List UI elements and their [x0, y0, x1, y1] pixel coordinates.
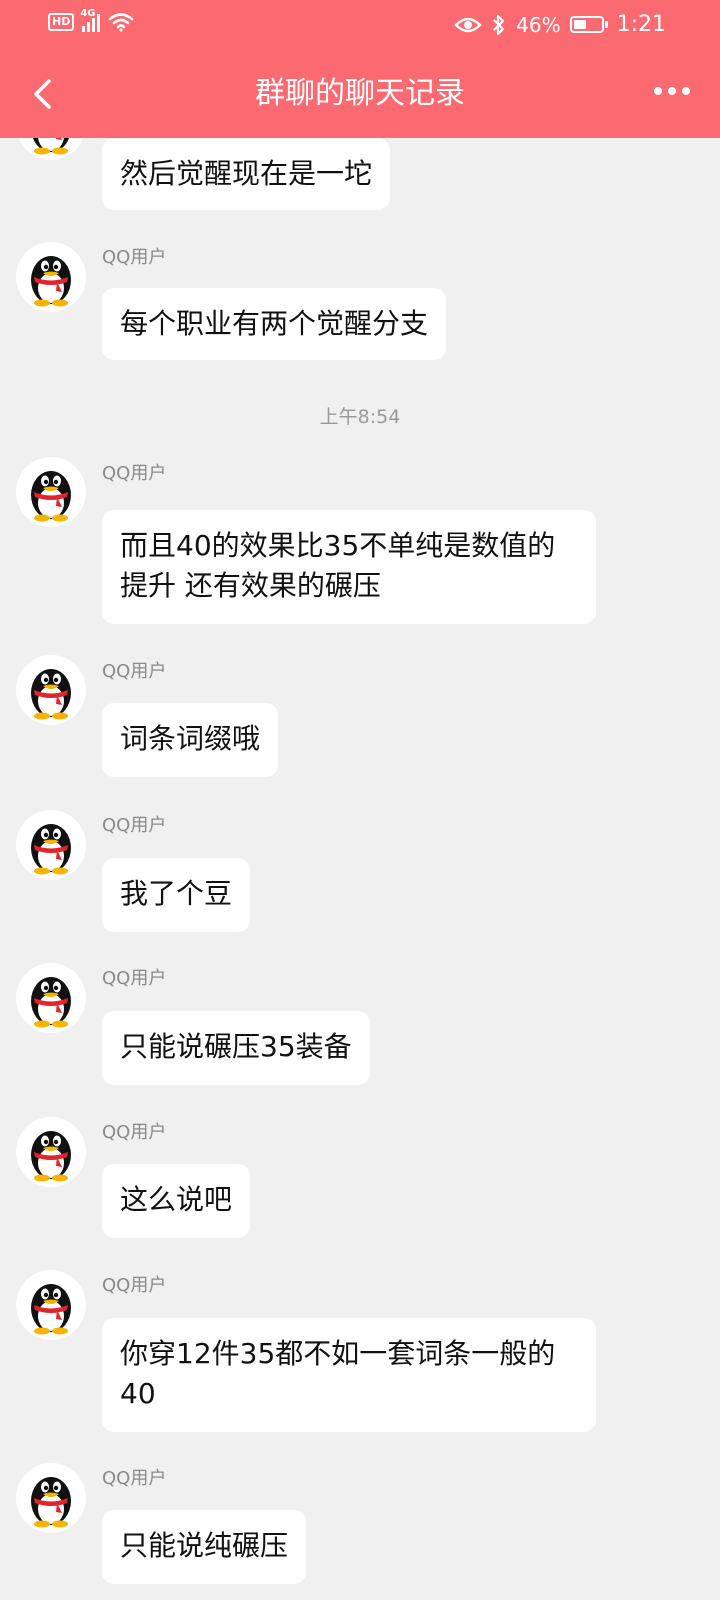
message-bubble[interactable]: 词条词缀哦 — [102, 703, 279, 777]
timestamp: 上午8:54 — [319, 406, 401, 428]
sender-name: QQ用户 — [102, 661, 167, 682]
hd-icon: HD — [48, 13, 75, 31]
battery-percentage: 46% — [516, 12, 561, 37]
sender-name: QQ用户 — [102, 1468, 167, 1489]
battery-icon — [569, 16, 608, 33]
message-bubble[interactable]: 而且40的效果比35不单纯是数值的提升 还有效果的碾压 — [102, 510, 596, 624]
message-bubble[interactable]: 只能说碾压35装备 — [102, 1011, 370, 1085]
wifi-icon — [109, 13, 134, 32]
network-type: 4G — [80, 8, 96, 19]
clock: 1:21 — [616, 12, 666, 37]
sender-name: QQ用户 — [102, 247, 167, 268]
chat-history[interactable]: 然后觉醒现在是一坨 QQ用户 每个职业有两个觉醒分支 上午8:54 QQ用户 而… — [0, 0, 720, 1600]
eye-icon — [454, 17, 482, 32]
sender-name: QQ用户 — [102, 1275, 167, 1296]
message-bubble[interactable]: 我了个豆 — [102, 858, 251, 932]
avatar[interactable] — [16, 1463, 86, 1533]
avatar[interactable] — [16, 1117, 86, 1187]
sender-name: QQ用户 — [102, 1122, 167, 1143]
sender-name: QQ用户 — [102, 815, 167, 836]
message-bubble[interactable]: 你穿12件35都不如一套词条一般的40 — [102, 1318, 596, 1432]
cellular-signal-icon: 4G — [80, 8, 101, 32]
navigation-bar: 群聊的聊天记录 — [0, 50, 720, 138]
avatar[interactable] — [16, 1270, 86, 1340]
page-title: 群聊的聊天记录 — [255, 76, 465, 111]
message-bubble[interactable]: 只能说纯碾压 — [102, 1510, 307, 1584]
avatar[interactable] — [16, 242, 86, 312]
message-bubble[interactable]: 然后觉醒现在是一坨 — [102, 138, 391, 210]
message-bubble[interactable]: 每个职业有两个觉醒分支 — [102, 288, 447, 360]
more-dots-icon[interactable] — [654, 87, 690, 95]
message-bubble[interactable]: 这么说吧 — [102, 1164, 251, 1238]
avatar[interactable] — [16, 457, 86, 527]
sender-name: QQ用户 — [102, 463, 167, 484]
avatar[interactable] — [16, 963, 86, 1033]
status-bar: HD 4G 46% 1:21 — [0, 0, 720, 50]
avatar[interactable] — [16, 655, 86, 725]
top-bar: HD 4G 46% 1:21 群聊的聊天记录 — [0, 0, 720, 138]
bluetooth-icon — [493, 14, 505, 35]
sender-name: QQ用户 — [102, 968, 167, 989]
avatar[interactable] — [16, 810, 86, 880]
